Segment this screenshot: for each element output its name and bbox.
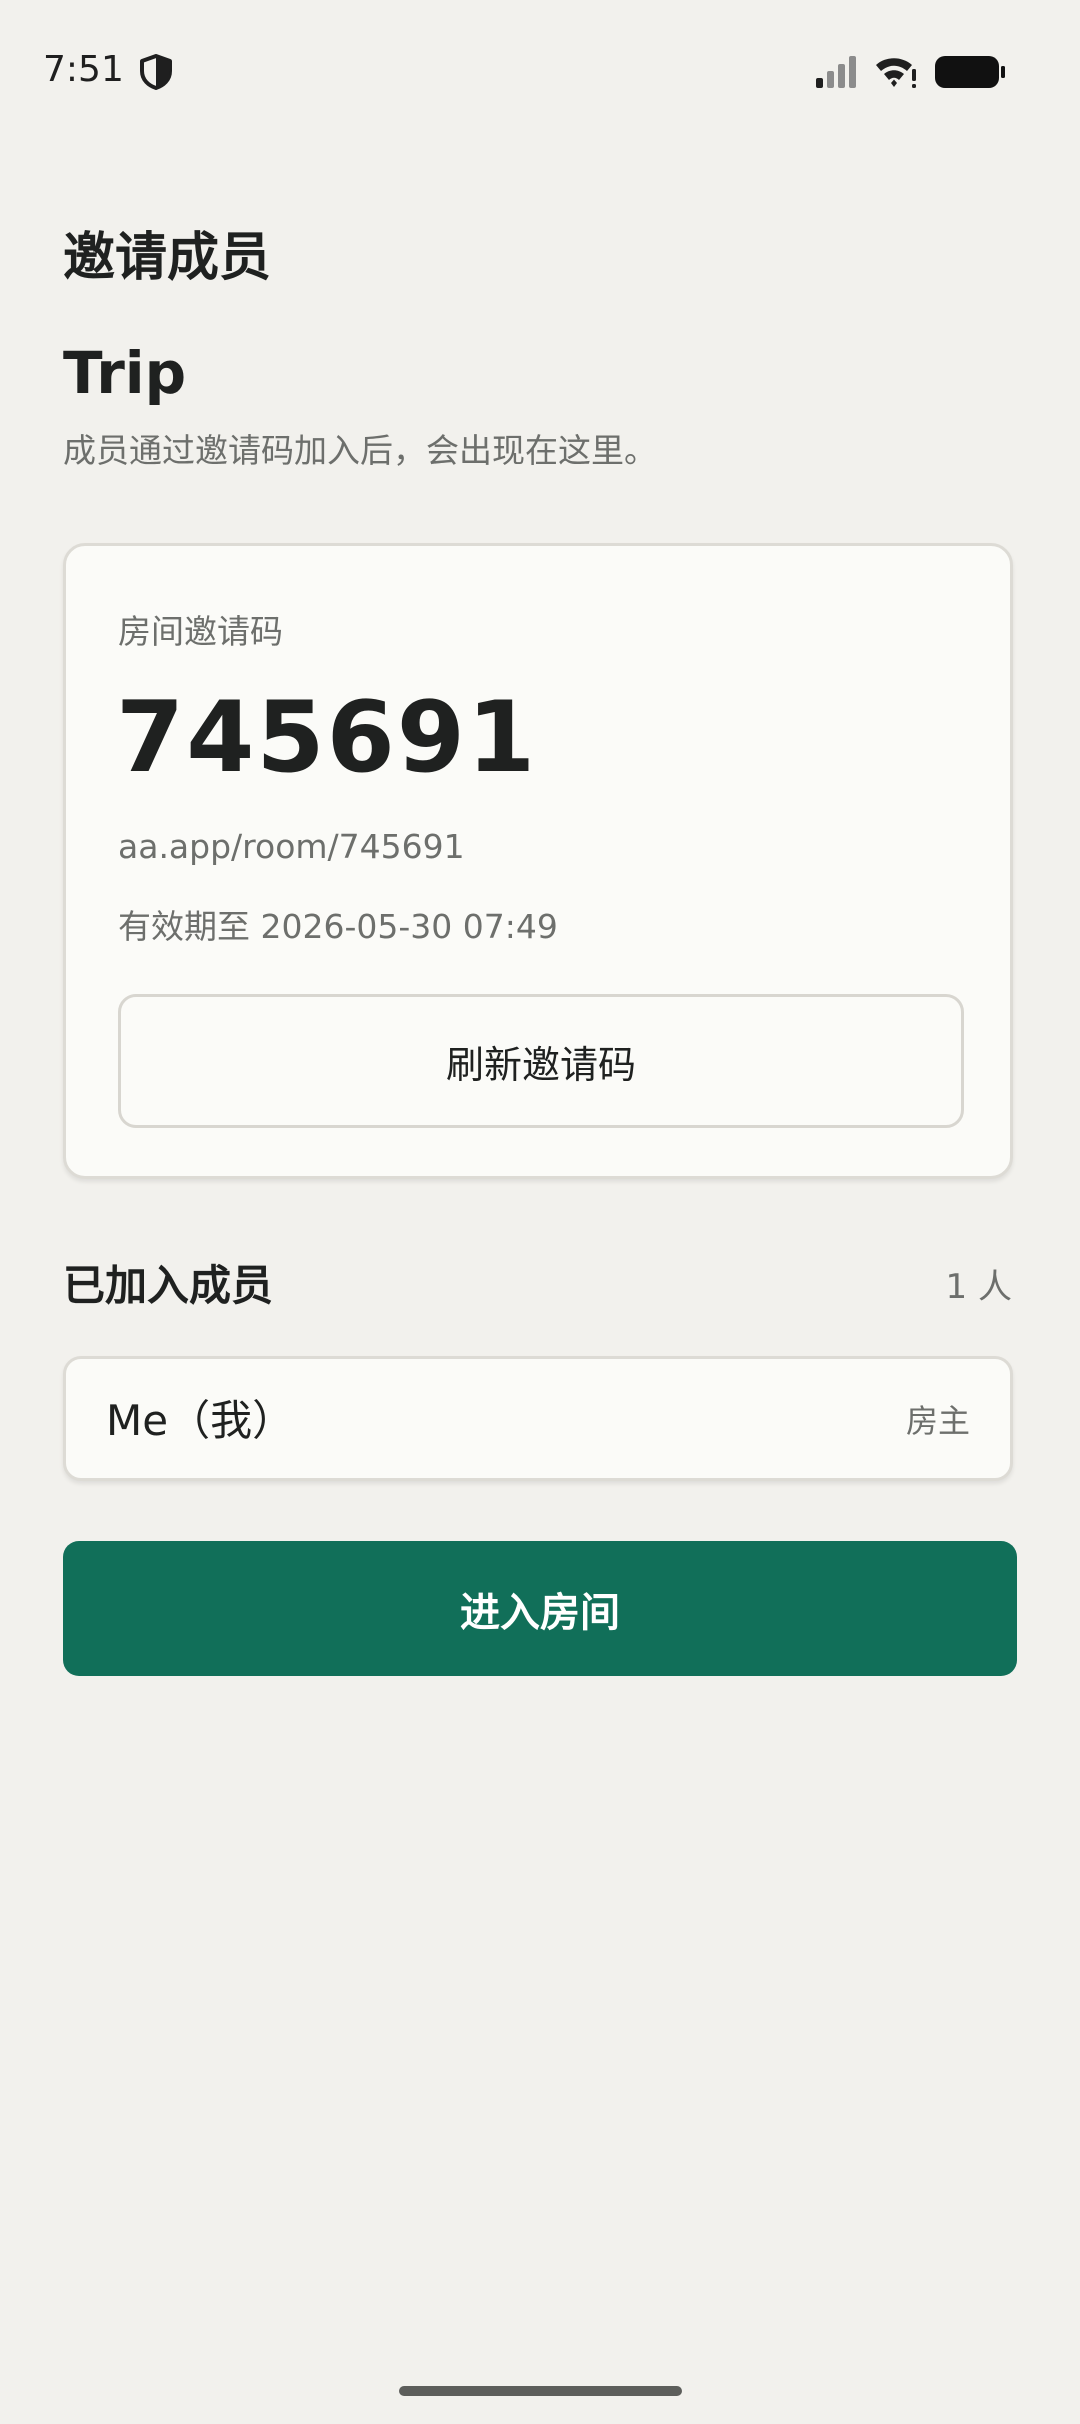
- status-time: 7:51: [43, 49, 124, 90]
- battery-icon: [935, 56, 1005, 88]
- members-section-title: 已加入成员: [63, 1261, 274, 1310]
- wifi-icon: [876, 58, 916, 88]
- room-hint: 成员通过邀请码加入后，会出现在这里。: [63, 431, 657, 470]
- home-indicator[interactable]: [399, 2386, 682, 2396]
- status-bar: 7:51: [0, 0, 1080, 140]
- member-role-badge: 房主: [905, 1402, 970, 1440]
- invite-code-value: 745691: [116, 681, 538, 795]
- members-count: 1 人: [945, 1267, 1012, 1307]
- room-name: Trip: [63, 339, 187, 407]
- invite-link: aa.app/room/745691: [118, 827, 465, 866]
- member-list-item[interactable]: Me（我） 房主: [63, 1356, 1013, 1481]
- invite-code-card: 房间邀请码 745691 aa.app/room/745691 有效期至 202…: [63, 543, 1013, 1179]
- signal-icon: [816, 56, 856, 88]
- page-title: 邀请成员: [63, 228, 272, 288]
- enter-room-button[interactable]: 进入房间: [63, 1541, 1017, 1676]
- invite-code-label: 房间邀请码: [118, 612, 283, 651]
- member-name: Me（我）: [106, 1396, 295, 1445]
- invite-expiry: 有效期至 2026-05-30 07:49: [118, 907, 558, 946]
- shield-icon: [140, 54, 172, 90]
- refresh-invite-code-button[interactable]: 刷新邀请码: [118, 994, 964, 1128]
